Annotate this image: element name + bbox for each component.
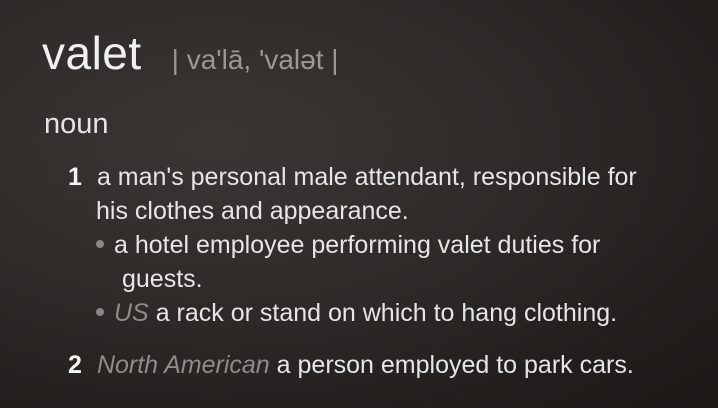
sense-number: 2	[68, 351, 82, 379]
subsense-definition: a hotel employee performing valet duties…	[114, 231, 601, 259]
bullet-icon	[96, 308, 104, 317]
region-label: US	[114, 299, 149, 327]
sense-2: 2 North American a person employed to pa…	[68, 348, 634, 382]
dictionary-panel: valet | va'lā, 'valət | noun 1 a man's p…	[0, 0, 718, 408]
subsense-definition: a rack or stand on which to hang clothin…	[155, 299, 618, 327]
pronunciation: | va'lā, 'valət |	[171, 44, 339, 75]
sense-1: 1 a man's personal male attendant, respo…	[68, 160, 637, 194]
sense-definition: a person employed to park cars.	[276, 351, 634, 379]
subsense-1a: a hotel employee performing valet duties…	[96, 228, 600, 262]
region-label: North American	[96, 351, 270, 379]
subsense-1a-continuation: guests.	[122, 262, 203, 296]
sense-definition-cont: his clothes and appearance.	[96, 197, 409, 225]
subsense-1b: US a rack or stand on which to hang clot…	[96, 296, 617, 330]
headword-row: valet | va'lā, 'valət |	[42, 26, 339, 80]
subsense-definition-cont: guests.	[122, 265, 203, 293]
headword: valet	[42, 27, 142, 79]
part-of-speech: noun	[44, 108, 109, 140]
sense-definition: a man's personal male attendant, respons…	[96, 163, 637, 191]
sense-number: 1	[68, 163, 82, 191]
sense-1-continuation: his clothes and appearance.	[96, 194, 409, 228]
bullet-icon	[96, 240, 104, 249]
